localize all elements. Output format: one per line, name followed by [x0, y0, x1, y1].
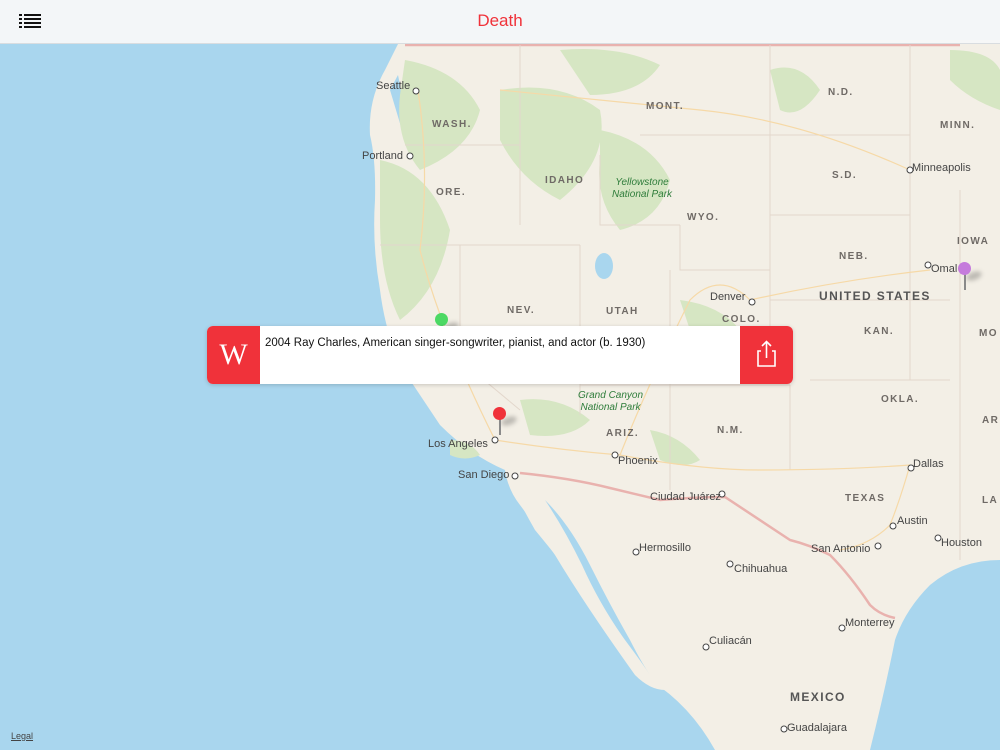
pin-needle — [964, 274, 966, 290]
page-title: Death — [477, 11, 523, 30]
share-icon — [757, 340, 776, 367]
state-label-sd: S.D. — [832, 170, 858, 181]
city-label-ciudad-juarez: Ciudad Juárez — [650, 491, 721, 503]
state-label-idaho: IDAHO — [545, 175, 585, 186]
state-label-minn: MINN. — [940, 120, 976, 131]
event-description: 2004 Ray Charles, American singer-songwr… — [265, 337, 646, 349]
legal-link[interactable]: Legal — [11, 731, 33, 741]
city-label-hermosillo: Hermosillo — [639, 542, 691, 554]
city-dot — [889, 522, 897, 530]
purple-pin[interactable] — [958, 262, 983, 292]
city-dot — [406, 152, 414, 160]
state-label-nev: NEV. — [507, 305, 536, 316]
state-label-wyo: WYO. — [687, 212, 720, 223]
state-label-colo: COLO. — [722, 314, 761, 325]
state-label-ariz: ARIZ. — [606, 428, 640, 439]
city-label-minneapolis: Minneapolis — [912, 162, 971, 174]
city-label-guadalajara: Guadalajara — [787, 722, 847, 734]
city-label-dallas: Dallas — [913, 458, 944, 470]
event-callout[interactable]: W 2004 Ray Charles, American singer-song… — [207, 326, 793, 384]
state-label-kan: KAN. — [864, 326, 895, 337]
state-label-utah: UTAH — [606, 306, 639, 317]
wikipedia-button[interactable]: W — [207, 326, 260, 384]
city-label-austin: Austin — [897, 515, 928, 527]
city-label-seattle: Seattle — [376, 80, 411, 92]
city-dot — [748, 298, 756, 306]
city-label-chihuahua: Chihuahua — [734, 563, 788, 575]
pin-head — [493, 407, 506, 420]
state-label-wash: WASH. — [432, 119, 472, 130]
state-label-mont: MONT. — [646, 101, 685, 112]
red-pin[interactable] — [493, 407, 518, 437]
pin-head — [435, 313, 448, 326]
city-label-san-antonio: San Antonio — [811, 543, 871, 555]
city-dot — [726, 560, 734, 568]
state-label-iowa: IOWA — [957, 236, 990, 247]
state-label-nm: N.M. — [717, 425, 744, 436]
park-label-grand-canyon: Grand Canyon National Park — [578, 390, 644, 413]
city-dot — [511, 472, 519, 480]
state-label-ark: AR — [982, 415, 1000, 426]
city-label-culiacan: Culiacán — [709, 635, 752, 647]
state-label-ore: ORE. — [436, 187, 467, 198]
navigation-bar: Death — [0, 0, 1000, 44]
state-label-okla: OKLA. — [881, 394, 920, 405]
city-label-houston: Houston — [941, 537, 982, 549]
country-label-mexico: MEXICO — [790, 690, 846, 704]
state-label-nd: N.D. — [828, 87, 854, 98]
park-label-yellowstone: Yellowstone National Park — [612, 177, 673, 200]
state-label-neb: NEB. — [839, 251, 869, 262]
city-label-omaha: Omal — [931, 263, 958, 275]
city-dot — [491, 436, 499, 444]
state-label-la: LA — [982, 495, 999, 506]
pin-needle — [499, 419, 501, 435]
city-label-san-diego: San Diego — [458, 469, 510, 481]
city-label-los-angeles: Los Angeles — [428, 438, 488, 450]
city-label-denver: Denver — [710, 291, 746, 303]
wikipedia-icon: W — [219, 338, 248, 371]
state-label-texas: TEXAS — [845, 493, 886, 504]
city-label-monterrey: Monterrey — [845, 617, 895, 629]
state-label-mo: MO — [979, 328, 998, 339]
city-dot — [412, 87, 420, 95]
pin-head — [958, 262, 971, 275]
city-dot — [874, 542, 882, 550]
share-button[interactable] — [740, 326, 793, 384]
city-label-phoenix: Phoenix — [618, 455, 658, 467]
country-label-usa: UNITED STATES — [819, 289, 931, 303]
city-label-portland: Portland — [362, 150, 403, 162]
